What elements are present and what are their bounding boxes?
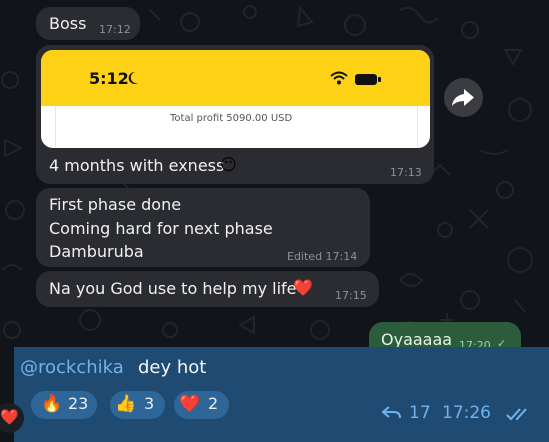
thumbs-up-emoji: 👍 — [115, 394, 137, 414]
chat-area[interactable]: Boss 17:12 5:12 Total profit 5090.00 USD… — [0, 0, 549, 442]
message-time: 17:13 — [390, 166, 422, 179]
double-check-icon — [506, 406, 532, 421]
moon-icon — [127, 70, 139, 84]
reaction-fire[interactable]: 🔥 23 — [31, 391, 97, 419]
reaction-heart[interactable]: ❤️ 2 — [174, 391, 229, 419]
highlighted-message[interactable]: @rockchika dey hot — [14, 347, 549, 442]
edited-time: Edited 17:14 — [287, 250, 358, 263]
screenshot-image[interactable]: 5:12 Total profit 5090.00 USD — [41, 50, 430, 148]
reaction-count: 2 — [208, 394, 219, 413]
fire-emoji: 🔥 — [41, 394, 63, 414]
forward-icon — [452, 89, 474, 106]
heart-emoji: ❤️ — [293, 278, 313, 297]
status-time: 5:12 — [89, 69, 129, 88]
message-line-1: First phase done — [49, 195, 182, 214]
total-profit-label: Total profit 5090.00 USD — [170, 113, 293, 124]
message-time: 17:26 — [442, 403, 491, 423]
forward-count: 17 — [409, 403, 431, 423]
message-time: 17:12 — [99, 23, 131, 36]
neutral-face-emoji: 😶 — [220, 155, 237, 174]
heart-emoji: ❤️ — [0, 408, 19, 426]
mention-link[interactable]: @rockchika — [20, 357, 124, 378]
wifi-icon — [330, 70, 348, 85]
message-text: Na you God use to help my life — [49, 279, 297, 298]
message-first-phase[interactable]: First phase done Coming hard for next ph… — [36, 188, 370, 267]
heart-emoji: ❤️ — [179, 394, 201, 414]
share-button[interactable] — [444, 78, 483, 117]
message-text: Boss — [49, 14, 87, 33]
battery-icon — [354, 71, 382, 85]
message-boss[interactable]: Boss 17:12 — [36, 7, 140, 40]
reaction-count: 23 — [68, 394, 89, 413]
reaction-count: 3 — [144, 394, 155, 413]
reply-arrow-icon — [381, 405, 402, 421]
reaction-thumbs-up[interactable]: 👍 3 — [110, 391, 165, 419]
message-text: dey hot — [138, 357, 207, 378]
message-time: 17:15 — [335, 289, 367, 302]
message-line-2: Coming hard for next phase — [49, 219, 273, 238]
app-panel: Total profit 5090.00 USD — [55, 106, 418, 148]
screenshot-caption: 4 months with exness — [49, 156, 225, 175]
message-god[interactable]: Na you God use to help my life ❤️ 17:15 — [36, 271, 379, 307]
message-line-3: Damburuba — [49, 242, 144, 261]
